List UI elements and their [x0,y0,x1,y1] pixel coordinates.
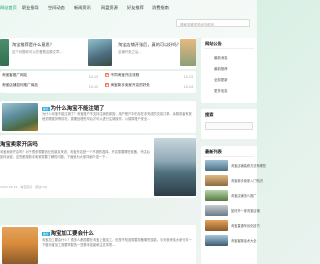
quick-link-title: 淘宝新手卖家开店的好处 [110,83,150,87]
quick-link[interactable]: 淘宝客推广网站 10-13 [2,73,100,81]
post-meta: 2022-05-19 · 淘宝知识 · 阅读(76) [0,185,48,189]
quick-link-title: 淘宝客推广网站 [2,73,28,77]
featured-title-2[interactable]: 淘宝店铺开张后，真的可以好吗？ [118,42,181,48]
latest-thumbnail[interactable] [205,190,228,201]
post-thumbnail[interactable] [2,103,38,131]
quick-link-date: 10-12 [88,84,98,89]
latest-title[interactable]: 淘宝直通车优化技巧 [231,223,260,228]
latest-thumbnail[interactable] [205,160,228,171]
latest-title[interactable]: 淘宝客服话术大全 [231,238,257,243]
nav-item-resources[interactable]: 网盘资源 [101,5,118,11]
top-navigation: 网站首页 职业指导 空间动态 新闻资讯 网盘资源 好友推荐 消费指南 搜索关键词… [0,0,257,38]
nav-item-home[interactable]: 网站首页 [0,5,17,11]
hot-tag: ● [105,73,110,77]
post-title-text: 淘宝加工要会什么 [50,231,94,237]
nav-item-career[interactable]: 职业指导 [22,5,39,11]
nav-item-space[interactable]: 空间动态 [48,5,65,11]
sidebar-heading: 最新列表 [205,149,222,154]
quick-link-date: 10-13 [183,74,193,79]
post-excerpt: 淘宝卖家开店吗？对于很多想要创业的朋友来说，淘宝开店是一个不错的选择。开店需要哪… [0,150,150,160]
quick-link-title: 淘宝店铺如何推广商品 [2,83,38,87]
latest-thumbnail[interactable] [205,220,228,231]
post-excerpt: 淘宝加工要会什么？很多人都想要在淘宝上做加工，但是不知道需要具备哪些技能，今天就… [42,238,192,248]
featured-image-left[interactable] [0,39,9,66]
latest-title[interactable]: 如何开一家淘宝店铺 [231,208,260,213]
divider [204,156,254,157]
sidebar-link[interactable]: 最新消息 [214,55,228,60]
sidebar-link[interactable]: 最新推荐 [214,66,228,71]
nav-item-guide[interactable]: 消费指南 [152,5,169,11]
latest-thumbnail[interactable] [205,205,228,216]
post-title[interactable]: 推荐 淘宝加工要会什么 [42,229,94,237]
quick-link-title: 不同淘宝开店流程 [110,73,140,77]
divider [204,48,254,49]
latest-title[interactable]: 淘宝店铺装修方法有哪些 [231,163,266,168]
sidebar-heading: 网站公告 [205,41,222,46]
quick-link[interactable]: ● 不同淘宝开店流程 10-13 [105,73,195,81]
post-badge: 推荐 [42,106,50,111]
post-thumbnail[interactable] [2,227,38,264]
featured-image-right[interactable] [180,39,196,66]
quick-link-date: 10-13 [88,74,98,79]
hot-tag: ● [105,83,110,87]
sidebar-search-input[interactable] [205,122,253,130]
post-badge: 推荐 [42,231,50,236]
post-thumbnail[interactable] [154,138,196,196]
sidebar-heading: 搜索 [205,112,214,117]
featured-sub-2: 店铺开张之后... [118,50,142,54]
quick-link[interactable]: 淘宝店铺如何推广商品 10-12 [2,83,100,91]
quick-link[interactable]: ● 淘宝新手卖家开店的好处 10-14 [105,83,195,91]
latest-title[interactable]: 淘宝新手卖家入门知识 [231,178,263,183]
post-excerpt: 为什么淘宝不能注销了？淘宝账户不支持注销的原因：用户账户中仍存在未完成的交易订单… [42,112,192,122]
latest-title[interactable]: 淘宝店铺怎么推广 [231,193,257,198]
post-title[interactable]: 推荐 为什么淘宝不能注销了 [42,104,105,112]
search-input[interactable]: 搜索关键词关闭当前页 [176,19,250,27]
nav-item-friends[interactable]: 好友推荐 [127,5,144,11]
latest-thumbnail[interactable] [205,175,228,186]
nav-item-news[interactable]: 新闻资讯 [74,5,91,11]
featured-sub-1: 这个问题你可以先看看这篇文章... [12,50,63,54]
sidebar-link[interactable]: 全部更新 [214,77,228,82]
quick-link-date: 10-14 [183,84,193,89]
featured-title-1[interactable]: 淘宝推荐是什么意思？ [12,42,54,48]
post-title[interactable]: 淘宝卖家开店吗 [0,140,38,148]
sidebar-link[interactable]: 更多信息 [214,88,228,93]
featured-image-middle[interactable] [88,39,112,66]
latest-thumbnail[interactable] [205,235,228,246]
